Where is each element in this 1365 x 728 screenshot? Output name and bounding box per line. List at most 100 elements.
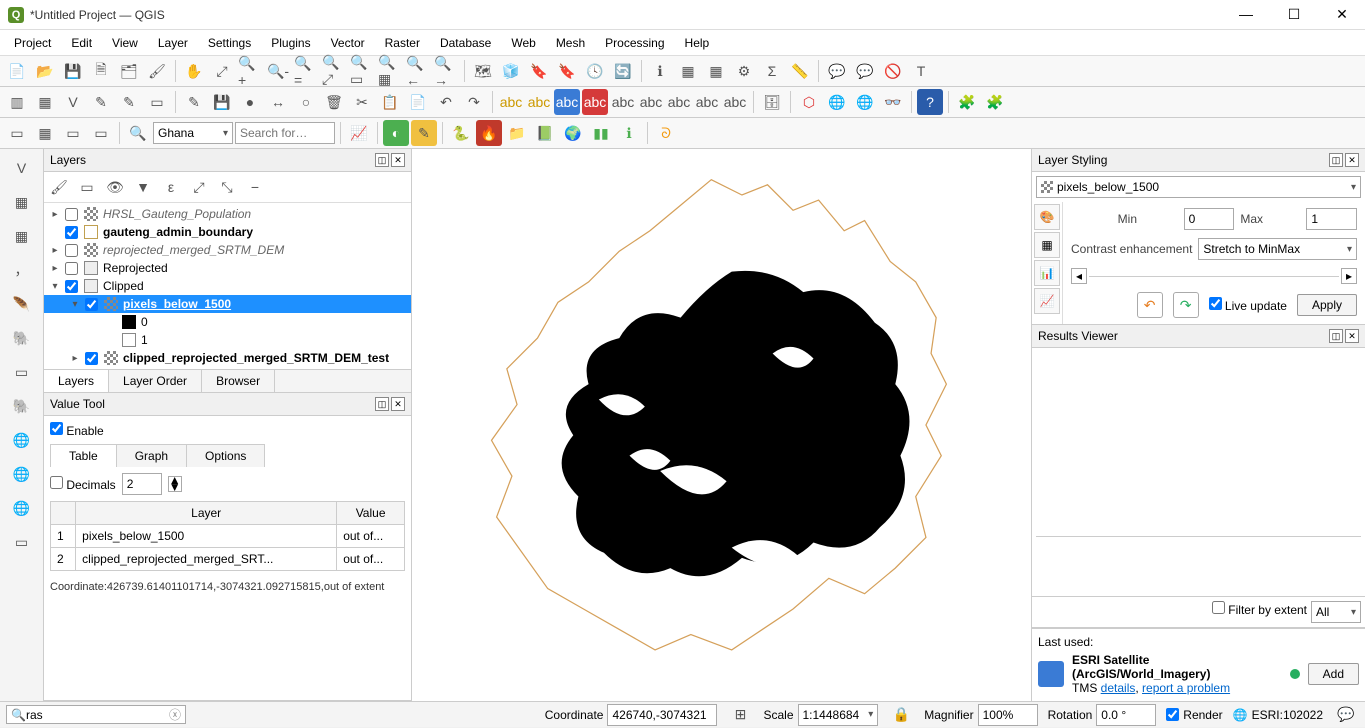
add-group-icon[interactable]: ▭ [74,174,100,200]
new-print-layout-icon[interactable]: 🗎 [88,58,114,84]
layer-row[interactable]: ▸clipped_reprojected_merged_SRTM_DEM_tes… [44,349,411,367]
refresh-icon[interactable]: 🔄 [610,58,636,84]
osm-icon[interactable]: ⬡ [796,89,822,115]
layer-row[interactable]: gauteng_admin_boundary [44,223,411,241]
layer-style-icon[interactable]: 🖌 [46,174,72,200]
zoom-last-icon[interactable]: 🔍← [405,58,431,84]
plugin-green-icon[interactable]: ◐ [383,120,409,146]
decimals-input[interactable] [122,473,162,495]
show-bookmarks-icon[interactable]: 🔖 [554,58,580,84]
layer-row[interactable]: ▸HRSL_Gauteng_Population [44,205,411,223]
enable-checkbox[interactable]: Enable [50,422,405,438]
expression-filter-icon[interactable]: ε [158,174,184,200]
report-link[interactable]: report a problem [1142,681,1230,695]
label-change-icon[interactable]: abc [666,89,692,115]
filter-all-combo[interactable]: All [1311,601,1361,623]
add-virtual-icon[interactable]: ▭ [7,527,37,557]
layer-row[interactable]: ▾Clipped [44,277,411,295]
open-project-icon[interactable]: 📂 [32,58,58,84]
layers-dock-icon[interactable]: ◫ [375,153,389,167]
plugin-road-icon[interactable]: ▮▮ [588,120,614,146]
menu-mesh[interactable]: Mesh [546,32,595,54]
world-search-icon[interactable]: 🌐 [852,89,878,115]
layers-tree[interactable]: ▸HRSL_Gauteng_Populationgauteng_admin_bo… [44,203,411,369]
filter-legend-icon[interactable]: ▼ [130,174,156,200]
pan-to-selection-icon[interactable]: ⤢ [209,58,235,84]
zoom-layer-icon[interactable]: 🔍▦ [377,58,403,84]
decimals-down[interactable]: ▼ [169,484,181,491]
temporal-icon[interactable]: 🕓 [582,58,608,84]
decimals-checkbox[interactable]: Decimals [50,476,116,492]
identify-icon[interactable]: ℹ [647,58,673,84]
messages-icon[interactable]: 💬 [1333,702,1359,728]
add-csv-icon[interactable]: ， [7,255,37,285]
stats-icon[interactable]: Σ [759,58,785,84]
select-form-icon[interactable]: ▭ [88,120,114,146]
layer-row[interactable]: ▾pixels_below_1500 [44,295,411,313]
add-mesh-layer-icon[interactable]: ▦ [7,221,37,251]
layer-row[interactable]: ▸Reprojected [44,259,411,277]
value-close-icon[interactable]: ✕ [391,397,405,411]
apply-button[interactable]: Apply [1297,294,1357,316]
max-input[interactable] [1306,208,1357,230]
render-checkbox[interactable]: Render [1166,708,1222,722]
paste-icon[interactable]: 📄 [405,89,431,115]
layout-manager-icon[interactable]: 🗂 [116,58,142,84]
maximize-button[interactable]: ☐ [1279,6,1309,23]
table-row[interactable]: 1pixels_below_1500out of... [51,525,405,548]
label-pin-icon[interactable]: abc [582,89,608,115]
remove-layer-icon[interactable]: − [242,174,268,200]
collapse-all-icon[interactable]: ⤡ [214,174,240,200]
plugin-fire-icon[interactable]: 🔥 [476,120,502,146]
label-show-icon[interactable]: abc [694,89,720,115]
pan-icon[interactable]: ✋ [181,58,207,84]
graph-icon[interactable]: 📈 [346,120,372,146]
diagram-icon[interactable]: abc [526,89,552,115]
menu-settings[interactable]: Settings [198,32,261,54]
locator-search-input[interactable] [235,122,335,144]
plugin-orange-icon[interactable]: ᘐ [653,120,679,146]
digitize-icon[interactable]: ▭ [144,89,170,115]
new-3d-view-icon[interactable]: 🧊 [498,58,524,84]
add-vector-icon[interactable]: ▥ [4,89,30,115]
mag-input[interactable] [978,704,1038,726]
node-tool-icon[interactable]: ○ [293,89,319,115]
locator-input[interactable] [26,708,169,722]
menu-plugins[interactable]: Plugins [261,32,320,54]
menu-view[interactable]: View [102,32,148,54]
no-action-icon[interactable]: 🚫 [880,58,906,84]
help-icon[interactable]: ? [917,89,943,115]
label-tool-icon[interactable]: abc [554,89,580,115]
menu-layer[interactable]: Layer [148,32,198,54]
plugin-folder-icon[interactable]: 📁 [504,120,530,146]
history-tab-icon[interactable]: 📈 [1034,288,1060,314]
add-spatialite-icon[interactable]: 🪶 [7,289,37,319]
styling-close-icon[interactable]: ✕ [1345,153,1359,167]
zoom-full-icon[interactable]: 🔍⤢ [321,58,347,84]
annotation-icon[interactable]: 💬 [852,58,878,84]
map-tips-icon[interactable]: 💬 [824,58,850,84]
deselect-icon[interactable]: ▭ [60,120,86,146]
minimize-button[interactable]: — [1231,6,1261,23]
python-icon[interactable]: 🐍 [448,120,474,146]
vtab-table[interactable]: Table [50,444,117,467]
tab-layers[interactable]: Layers [44,370,109,392]
delete-selected-icon[interactable]: 🗑 [321,89,347,115]
select-all-icon[interactable]: ▦ [32,120,58,146]
undo-style-icon[interactable]: ↶ [1137,292,1163,318]
plugin-globe-icon[interactable]: 🌍 [560,120,586,146]
vtab-options[interactable]: Options [186,444,265,467]
locator-search-icon[interactable]: 🔍 [125,120,151,146]
edit-icon[interactable]: ✎ [88,89,114,115]
symbology-tab-icon[interactable]: 🎨 [1034,204,1060,230]
add-feature-icon[interactable]: ● [237,89,263,115]
layer-row[interactable]: ▸reprojected_merged_SRTM_DEM [44,241,411,259]
label-rotate-icon[interactable]: abc [638,89,664,115]
menu-raster[interactable]: Raster [375,32,430,54]
results-dock-icon[interactable]: ◫ [1329,329,1343,343]
label-hide-icon[interactable]: abc [722,89,748,115]
transparency-tab-icon[interactable]: ▦ [1034,232,1060,258]
plugin-pencil-icon[interactable]: ✎ [411,120,437,146]
locator-country-combo[interactable]: Ghana [153,122,233,144]
field-calc-icon[interactable]: ▦ [703,58,729,84]
